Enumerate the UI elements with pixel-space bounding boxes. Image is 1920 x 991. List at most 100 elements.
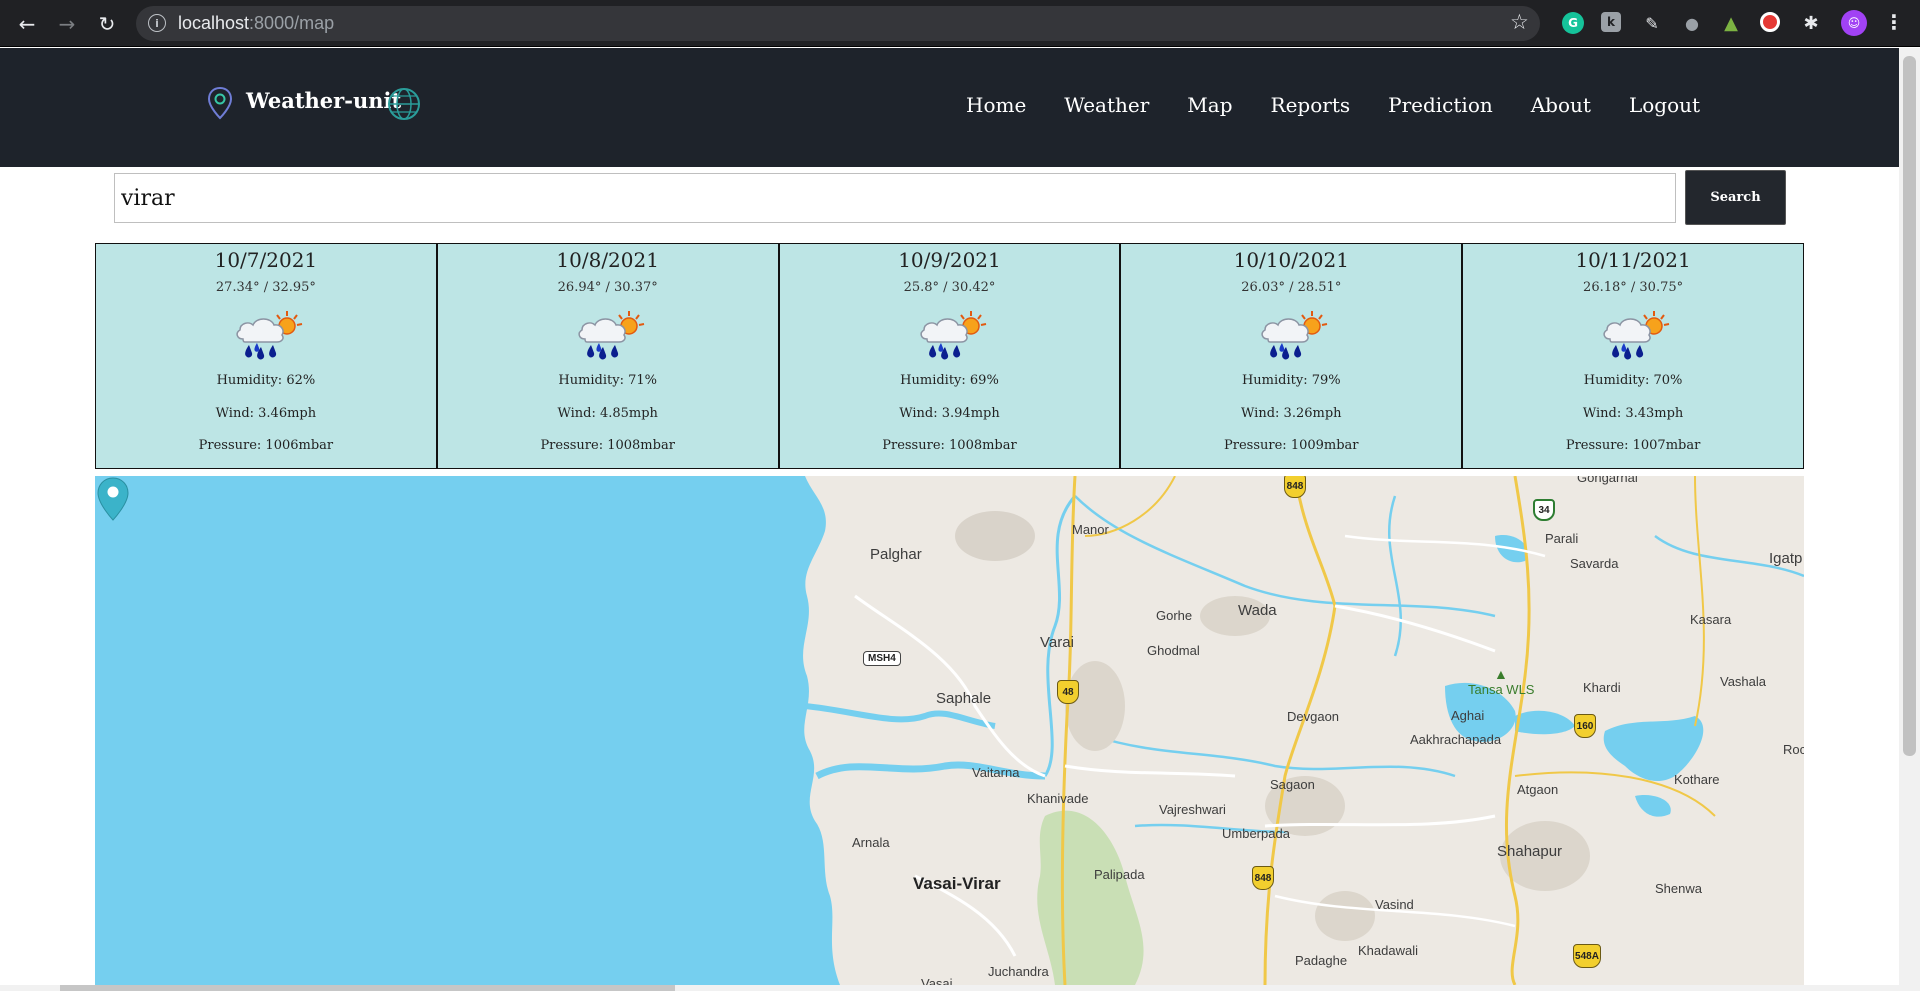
forecast-temperature: 26.94° / 30.37° — [557, 280, 658, 295]
browser-menu-icon[interactable]: ⋮ — [1884, 10, 1904, 34]
horizontal-scrollbar[interactable] — [0, 985, 1899, 991]
rain-sun-icon — [1598, 309, 1672, 363]
map-view[interactable]: Gongarhal Manor Palghar Parali Savarda I… — [95, 476, 1804, 985]
forecast-humidity: Humidity: 79% — [1241, 373, 1341, 388]
map-label: Parali — [1545, 531, 1579, 546]
highway-shield: 160 — [1574, 714, 1596, 738]
vertical-scrollbar[interactable] — [1899, 48, 1920, 991]
forecast-pressure: Pressure: 1008mbar — [882, 438, 1017, 453]
forecast-date: 10/11/2021 — [1575, 248, 1691, 272]
nav-logout[interactable]: Logout — [1629, 93, 1700, 117]
map-label: Palghar — [870, 546, 922, 563]
scrollbar-thumb[interactable] — [1903, 56, 1916, 756]
forecast-row: 10/7/2021 27.34° / 32.95° Humidity: 62% … — [95, 243, 1804, 469]
map-label: Kothare — [1674, 772, 1720, 787]
brand-name[interactable]: Weather-unit — [246, 88, 401, 113]
city-search-input[interactable] — [114, 173, 1676, 223]
forecast-pressure: Pressure: 1006mbar — [198, 438, 334, 453]
rain-sun-icon — [1256, 309, 1330, 363]
pokeball-extension-icon[interactable] — [1760, 12, 1780, 32]
map-label: Atgaon — [1517, 782, 1559, 797]
grammarly-extension-icon[interactable]: G — [1562, 12, 1584, 34]
map-label: Khadawali — [1358, 943, 1418, 958]
tree-extension-icon[interactable]: ▲ — [1720, 12, 1742, 34]
map-label: Juchandra — [988, 964, 1049, 979]
map-label: Manor — [1072, 522, 1109, 537]
map-label: Shahapur — [1497, 843, 1563, 860]
forecast-pressure: Pressure: 1007mbar — [1565, 438, 1701, 453]
map-label: Vajreshwari — [1159, 802, 1226, 817]
url-host: localhost — [178, 13, 250, 33]
back-icon[interactable]: ← — [13, 10, 41, 38]
forecast-card: 10/8/2021 26.94° / 30.37° Humidity: 71% … — [436, 243, 779, 469]
map-label: Roc — [1783, 742, 1804, 757]
forecast-date: 10/8/2021 — [556, 248, 659, 272]
map-label: Varai — [1040, 634, 1074, 651]
map-label: Tansa WLS — [1468, 682, 1535, 697]
site-info-icon[interactable]: i — [148, 14, 166, 32]
nav-about[interactable]: About — [1531, 93, 1591, 117]
map-label: Igatp — [1769, 550, 1803, 567]
forecast-pressure: Pressure: 1009mbar — [1224, 438, 1359, 453]
browser-toolbar: ← → ↻ i localhost:8000/map ☆ G k ✎ ● ▲ ✱… — [0, 0, 1920, 47]
bookmark-star-icon[interactable]: ☆ — [1510, 10, 1529, 34]
forecast-card: 10/10/2021 26.03° / 28.51° Humidity: 79%… — [1120, 243, 1463, 469]
reload-icon[interactable]: ↻ — [93, 10, 121, 38]
forecast-humidity: Humidity: 71% — [558, 373, 658, 388]
highway-shield: 34 — [1533, 499, 1555, 521]
rain-sun-icon — [231, 309, 305, 363]
profile-avatar-icon[interactable]: ☺ — [1841, 10, 1867, 36]
figure-extension-icon[interactable]: ● — [1681, 12, 1703, 34]
map-label: Padaghe — [1295, 953, 1348, 968]
forecast-temperature: 25.8° / 30.42° — [903, 280, 996, 295]
nav-prediction[interactable]: Prediction — [1388, 93, 1493, 117]
forecast-humidity: Humidity: 70% — [1583, 373, 1683, 388]
map-label: Vashala — [1720, 674, 1767, 689]
url-text[interactable]: localhost:8000/map — [178, 13, 334, 34]
highway-shield: 548A — [1573, 944, 1601, 968]
highway-shield: 848 — [1284, 476, 1306, 498]
map-label: Palipada — [1094, 867, 1145, 882]
map-label: Saphale — [936, 690, 992, 707]
forecast-card: 10/9/2021 25.8° / 30.42° Humidity: 69% W… — [778, 243, 1121, 469]
address-bar[interactable] — [136, 6, 1540, 41]
site-header: Weather-unit Home Weather Map Reports Pr… — [0, 48, 1899, 167]
location-pin-icon — [207, 86, 233, 120]
map-label: Sagaon — [1270, 777, 1315, 792]
nav-reports[interactable]: Reports — [1271, 93, 1351, 117]
map-tiles[interactable] — [95, 476, 1804, 985]
pen-extension-icon[interactable]: ✎ — [1641, 12, 1663, 34]
url-path: :8000/map — [249, 13, 335, 33]
nav-weather[interactable]: Weather — [1064, 93, 1149, 117]
highway-shield: 48 — [1057, 680, 1079, 704]
forecast-wind: Wind: 3.94mph — [899, 406, 1000, 421]
forward-icon[interactable]: → — [53, 10, 81, 38]
globe-icon — [388, 88, 420, 120]
map-label: Aghai — [1451, 708, 1485, 723]
forecast-humidity: Humidity: 69% — [900, 373, 999, 388]
map-label: Vasai-Virar — [913, 874, 1001, 893]
forecast-wind: Wind: 3.46mph — [215, 406, 317, 421]
forecast-temperature: 27.34° / 32.95° — [215, 280, 316, 295]
nav-map[interactable]: Map — [1187, 93, 1232, 117]
forecast-date: 10/7/2021 — [214, 248, 318, 272]
location-marker-icon[interactable] — [95, 476, 131, 524]
main-nav: Home Weather Map Reports Prediction Abou… — [966, 93, 1700, 117]
map-label: Khanivade — [1027, 791, 1089, 806]
forecast-pressure: Pressure: 1008mbar — [540, 438, 675, 453]
highway-shield: 848 — [1252, 866, 1274, 890]
extensions-puzzle-icon[interactable]: ✱ — [1800, 12, 1822, 34]
forecast-temperature: 26.03° / 28.51° — [1241, 280, 1342, 295]
search-button[interactable]: Search — [1685, 170, 1786, 225]
map-label: Gorhe — [1156, 608, 1193, 623]
forecast-temperature: 26.18° / 30.75° — [1583, 280, 1684, 295]
map-label: Vasind — [1375, 897, 1414, 912]
forecast-wind: Wind: 3.26mph — [1241, 406, 1342, 421]
nav-home[interactable]: Home — [966, 93, 1026, 117]
forecast-date: 10/9/2021 — [898, 248, 1001, 272]
map-label: Arnala — [852, 835, 890, 850]
highway-shield: MSH4 — [863, 651, 901, 666]
extension-k-icon[interactable]: k — [1601, 12, 1621, 32]
map-label: Khardi — [1583, 680, 1621, 695]
horizontal-scrollbar-thumb[interactable] — [60, 985, 675, 991]
